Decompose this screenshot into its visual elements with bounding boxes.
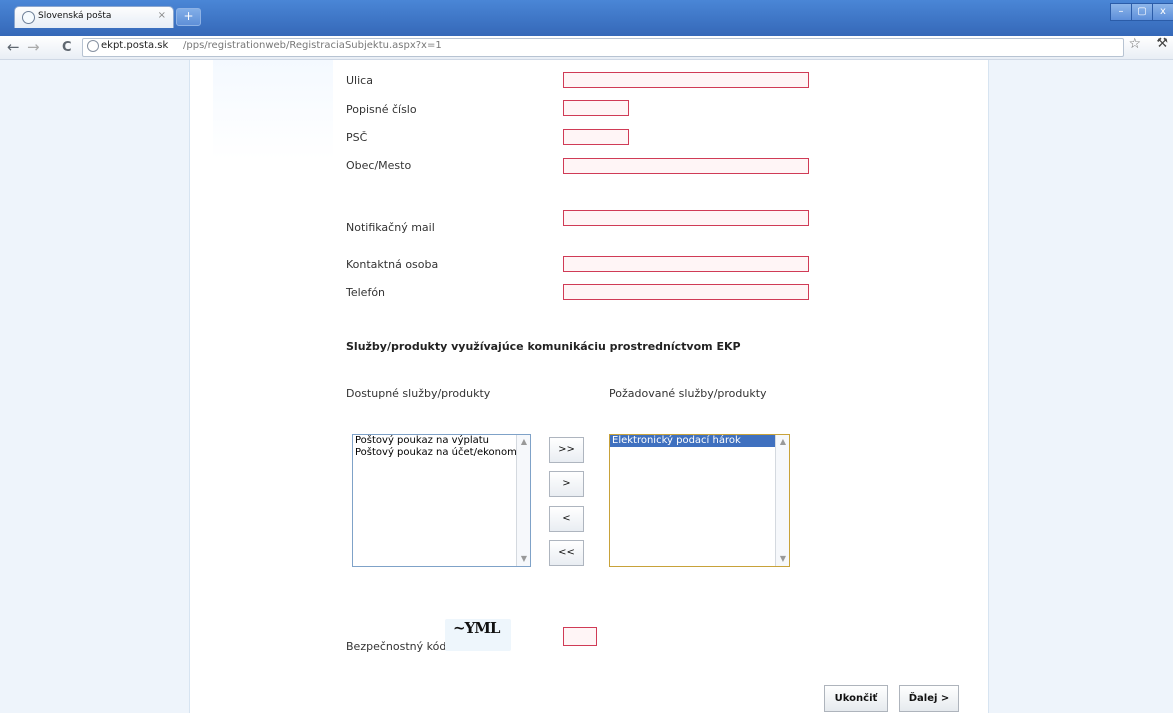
next-button[interactable]: Ďalej > [899, 685, 959, 712]
notifikacny-mail-input[interactable] [563, 210, 809, 226]
captcha-text: ~YML [453, 619, 500, 637]
browser-tabbar: Slovenská pošta × + – ▢ x [0, 0, 1173, 36]
telefon-input[interactable] [563, 284, 809, 300]
captcha-image: ~YML [445, 619, 511, 651]
browser-tab[interactable]: Slovenská pošta × [14, 6, 174, 28]
wrench-icon[interactable]: ⚒ [1156, 36, 1168, 51]
list-item[interactable]: Poštový poukaz na výplatu [353, 435, 530, 447]
psc-input[interactable] [563, 129, 629, 145]
move-all-left-button[interactable]: << [549, 540, 584, 566]
obec-mesto-input[interactable] [563, 158, 809, 174]
popisne-cislo-input[interactable] [563, 100, 629, 116]
globe-icon [22, 11, 35, 24]
psc-label: PSČ [346, 131, 368, 144]
available-services-label: Dostupné služby/produkty [346, 387, 491, 400]
kontaktna-osoba-label: Kontaktná osoba [346, 258, 439, 271]
popisne-cislo-label: Popisné číslo [346, 103, 417, 116]
url-domain: ekpt.posta.sk [101, 40, 169, 51]
restore-button[interactable]: ▢ [1131, 3, 1153, 21]
bezpecnostny-kod-label: Bezpečnostný kód [346, 640, 447, 653]
browser-toolbar: ← → C ekpt.posta.sk /pps/registrationweb… [0, 36, 1173, 60]
page-icon [87, 40, 99, 52]
scroll-up-icon[interactable]: ▲ [518, 436, 530, 448]
move-right-button[interactable]: > [549, 471, 584, 497]
tab-title: Slovenská pošta [38, 11, 112, 21]
obec-mesto-label: Obec/Mesto [346, 159, 412, 172]
cancel-button[interactable]: Ukončiť [824, 685, 888, 712]
move-left-button[interactable]: < [549, 506, 584, 532]
close-window-button[interactable]: x [1152, 3, 1173, 21]
move-all-right-button[interactable]: >> [549, 437, 584, 463]
scroll-up-icon[interactable]: ▲ [777, 436, 789, 448]
vertical-scrollbar[interactable]: ▲ ▼ [775, 435, 789, 566]
captcha-input[interactable] [563, 627, 597, 646]
list-item[interactable]: Elektronický podací hárok [610, 435, 789, 447]
page-background: Ulica Popisné číslo PSČ Obec/Mesto Notif… [0, 60, 1173, 713]
vertical-scrollbar[interactable]: ▲ ▼ [516, 435, 530, 566]
reload-icon[interactable]: C [62, 40, 72, 55]
scroll-down-icon[interactable]: ▼ [777, 553, 789, 565]
address-bar[interactable]: ekpt.posta.sk /pps/registrationweb/Regis… [82, 38, 1124, 57]
available-services-list[interactable]: Poštový poukaz na výplatu Poštový poukaz… [352, 434, 531, 567]
requested-services-list[interactable]: Elektronický podací hárok ▲ ▼ [609, 434, 790, 567]
back-icon[interactable]: ← [7, 38, 20, 56]
registration-form: Ulica Popisné číslo PSČ Obec/Mesto Notif… [189, 60, 989, 713]
ulica-input[interactable] [563, 72, 809, 88]
kontaktna-osoba-input[interactable] [563, 256, 809, 272]
notifikacny-mail-label: Notifikačný mail [346, 221, 435, 234]
scroll-down-icon[interactable]: ▼ [518, 553, 530, 565]
services-section-title: Služby/produkty využívajúce komunikáciu … [346, 340, 741, 353]
new-tab-button[interactable]: + [176, 8, 201, 26]
url-path: /pps/registrationweb/RegistraciaSubjektu… [183, 40, 442, 51]
telefon-label: Telefón [346, 286, 386, 299]
requested-services-label: Požadované služby/produkty [609, 387, 767, 400]
minimize-button[interactable]: – [1110, 3, 1132, 21]
bookmark-star-icon[interactable]: ☆ [1128, 36, 1141, 52]
header-fade [213, 60, 333, 160]
forward-icon[interactable]: → [27, 38, 40, 56]
close-tab-icon[interactable]: × [158, 10, 166, 21]
ulica-label: Ulica [346, 74, 373, 87]
list-item[interactable]: Poštový poukaz na účet/ekonomic [353, 447, 530, 459]
